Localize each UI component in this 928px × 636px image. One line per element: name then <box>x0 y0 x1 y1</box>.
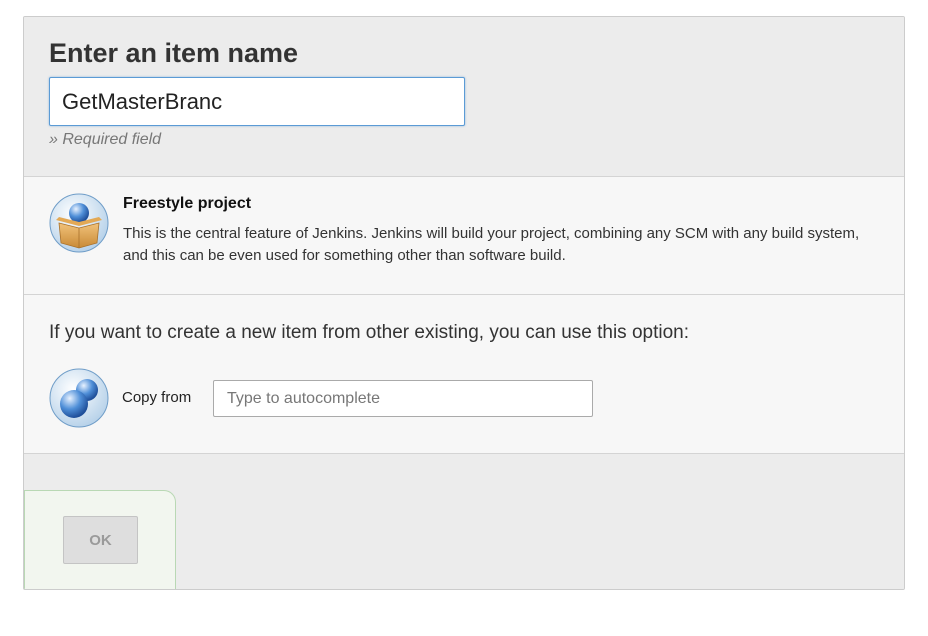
page-title: Enter an item name <box>49 38 299 68</box>
freestyle-box-icon <box>49 193 109 253</box>
ok-button[interactable]: OK <box>63 516 138 564</box>
copy-intro-text: If you want to create a new item from ot… <box>49 322 689 343</box>
copy-spheres-icon <box>49 368 109 428</box>
item-type-name: Freestyle project <box>123 195 252 212</box>
footer-area: OK <box>24 454 904 589</box>
ok-button-container: OK <box>24 490 176 589</box>
item-name-header: Enter an item name » Required field <box>24 17 904 177</box>
item-name-input[interactable] <box>49 77 465 126</box>
copy-from-section: If you want to create a new item from ot… <box>24 295 904 454</box>
new-item-panel: Enter an item name » Required field <box>23 16 905 590</box>
item-type-description: This is the central feature of Jenkins. … <box>123 225 860 264</box>
item-type-freestyle[interactable]: Freestyle project This is the central fe… <box>24 177 904 295</box>
required-field-note: » Required field <box>49 131 162 148</box>
copy-from-label: Copy from <box>122 389 192 406</box>
copy-from-input[interactable] <box>213 380 593 417</box>
